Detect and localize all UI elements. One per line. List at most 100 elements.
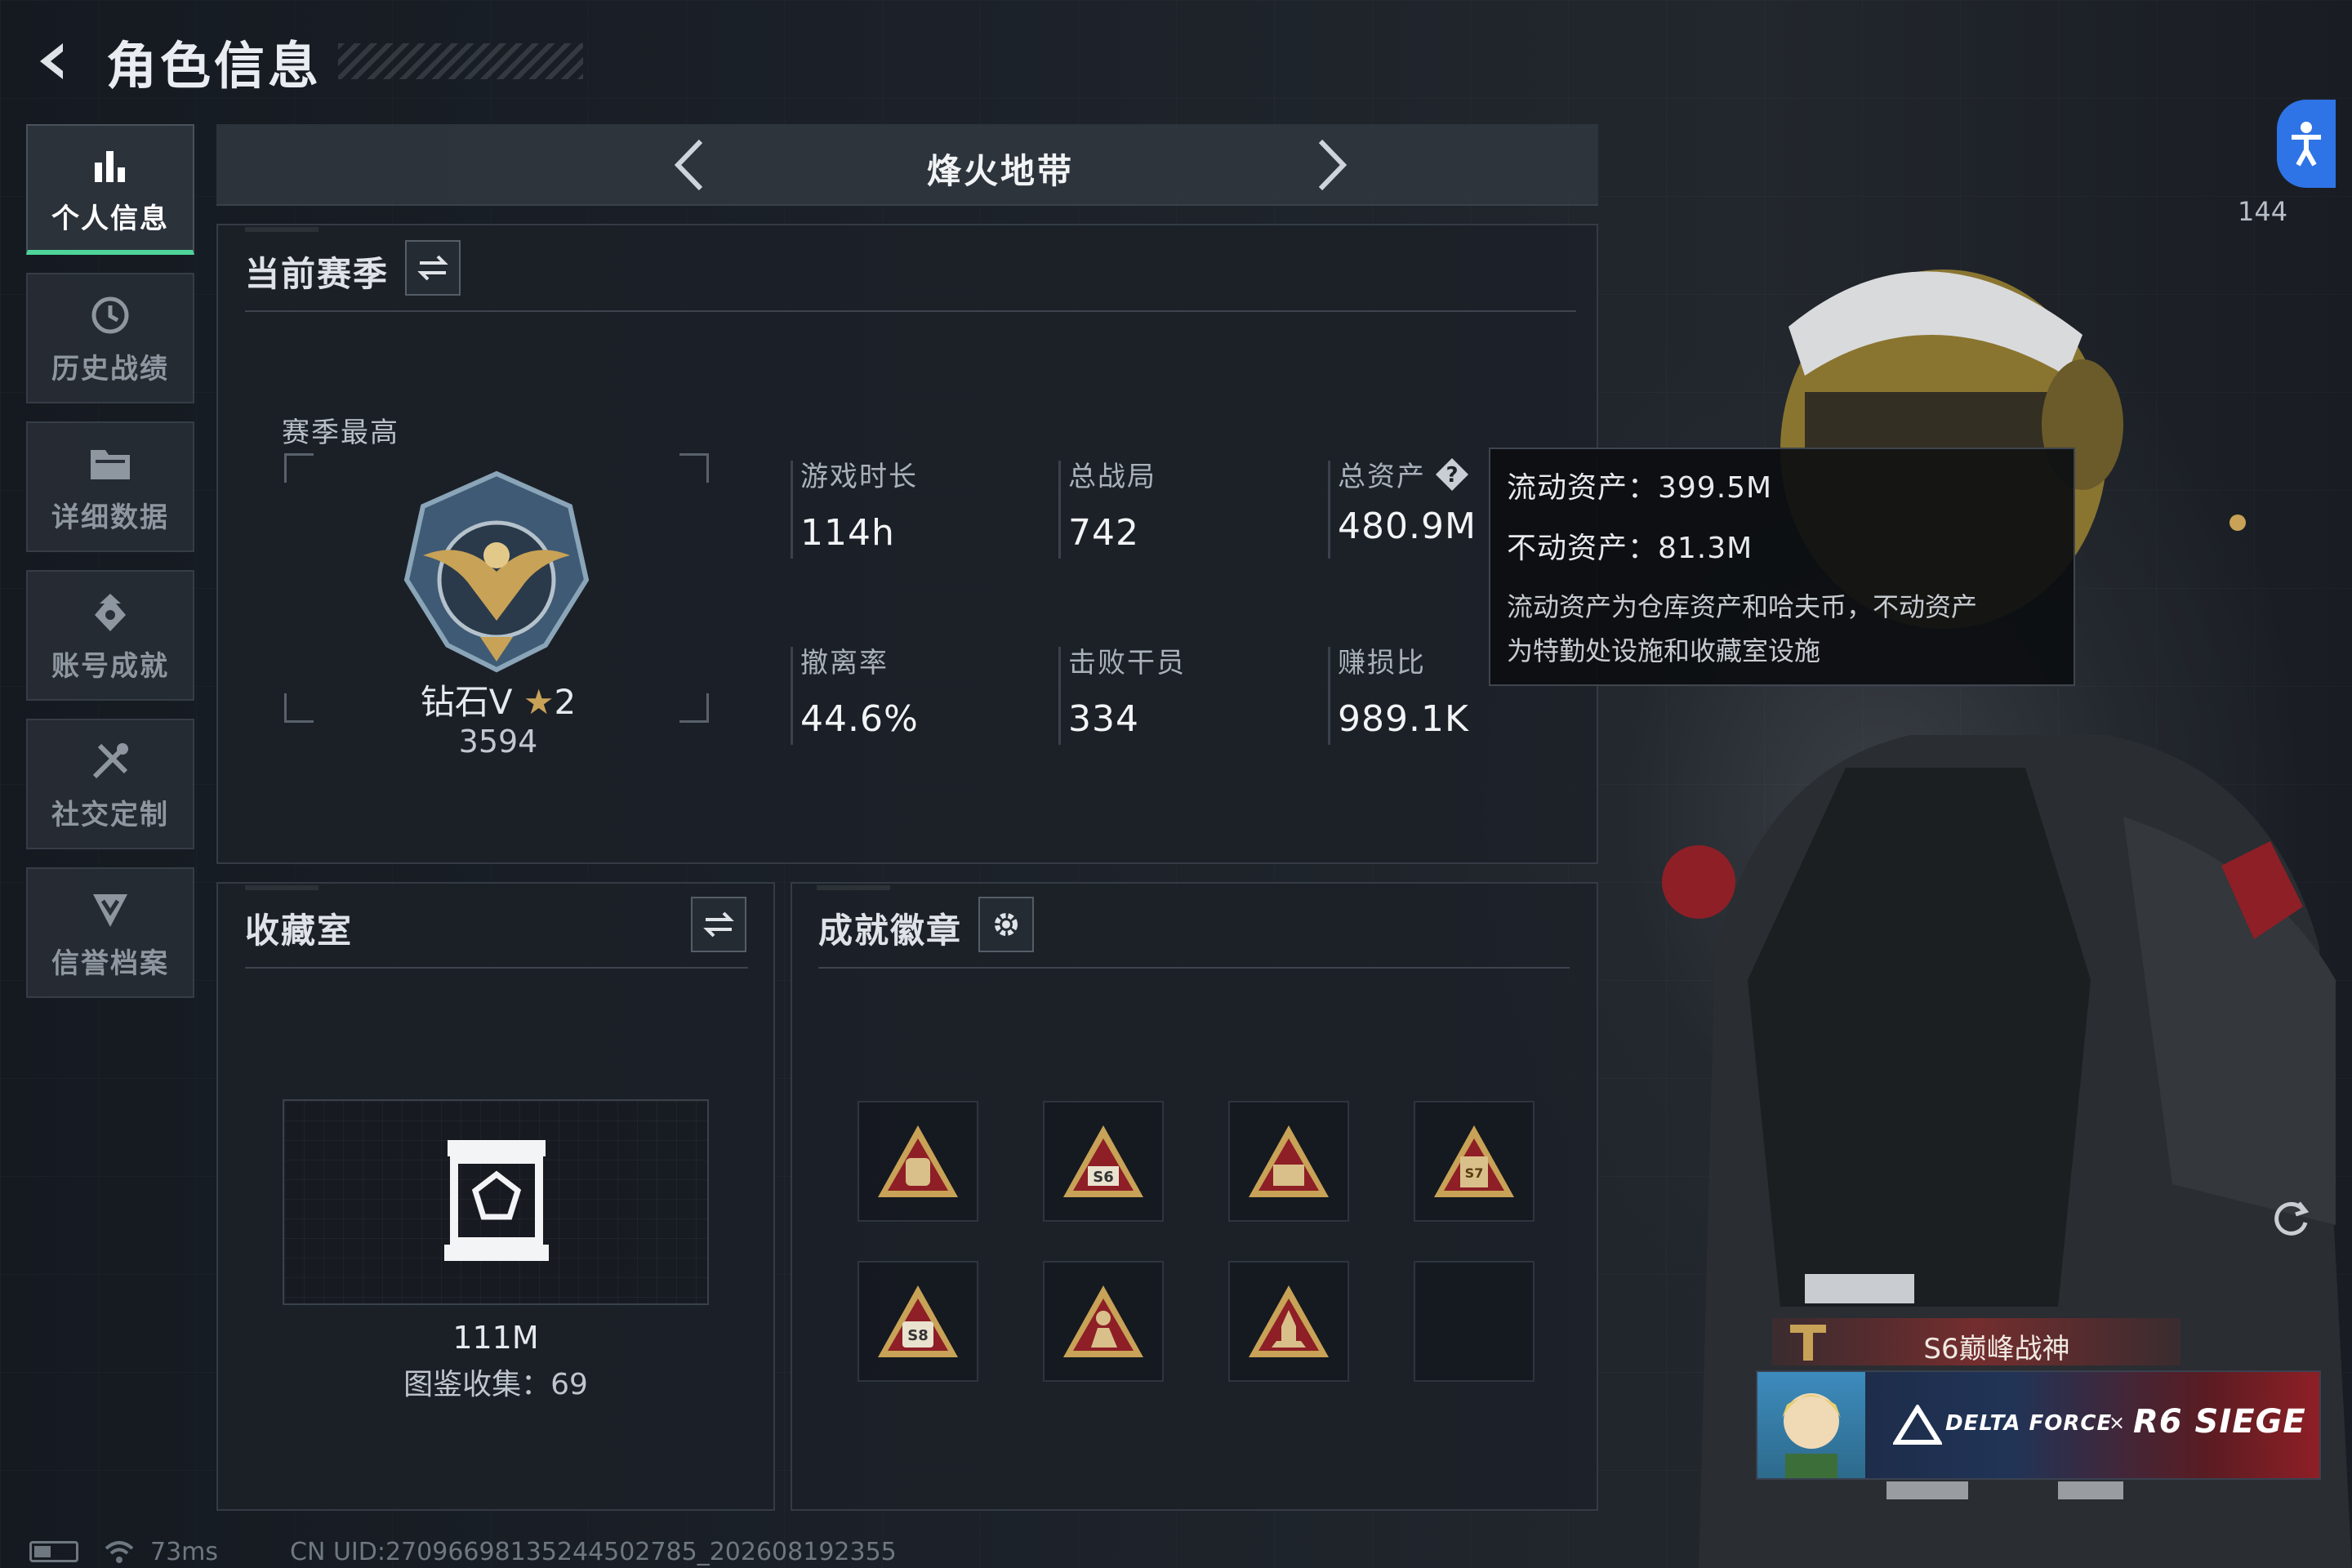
collab-name-card[interactable]: DELTA FORCE × R6 SIEGE — [1756, 1370, 2321, 1480]
figure-badge-icon — [1063, 1285, 1143, 1357]
stat-label: 击败干员 — [1068, 647, 1186, 679]
user-uid: CN UID:2709669813524450278​5_20260819235… — [290, 1537, 897, 1566]
stat-value: 989.1K — [1338, 698, 1469, 740]
star-icon: ★ — [523, 682, 555, 722]
sidebar-item-history[interactable]: 历史战绩 — [26, 273, 194, 403]
badge-slot-5[interactable]: S8 — [858, 1261, 978, 1382]
stat-label: 游戏时长 — [800, 461, 918, 493]
badge-slot-4[interactable]: S7 — [1414, 1101, 1535, 1222]
badge-slot-1[interactable] — [858, 1101, 978, 1222]
badges-settings-button[interactable] — [978, 897, 1034, 952]
stat-value: 334 — [1068, 698, 1139, 740]
badges-title: 成就徽章 — [818, 911, 963, 951]
title-tag-text: S6巅峰战神 — [1923, 1333, 2070, 1365]
rocket-badge-icon — [1249, 1285, 1329, 1357]
tools-icon — [86, 737, 135, 786]
character-figure — [1662, 270, 2352, 1568]
page-title: 角色信息 — [106, 36, 323, 96]
stat-value: 742 — [1068, 512, 1139, 554]
title-tag-icon — [1790, 1325, 1826, 1361]
avatar — [1757, 1372, 1865, 1478]
sidebar-item-label: 个人信息 — [51, 202, 169, 235]
collab-separator: × — [2109, 1411, 2126, 1434]
sidebar-item-label: 账号成就 — [51, 649, 169, 683]
collab-left-text: DELTA FORCE — [1945, 1411, 2113, 1436]
ping-value: 73ms — [150, 1537, 219, 1566]
diamond-rank-emblem-icon — [403, 470, 590, 673]
season-best-label: 赛季最高 — [282, 416, 399, 449]
mode-selector: 烽火地带 — [216, 124, 1598, 206]
stat-value: 480.9M — [1338, 506, 1477, 547]
achievement-icon — [86, 588, 135, 637]
side-counter: 144 — [2238, 196, 2288, 227]
wifi-icon — [105, 1541, 134, 1563]
panel-divider — [245, 310, 1576, 312]
panel-decoration — [245, 227, 318, 232]
stat-label: 总战局 — [1068, 461, 1156, 493]
tooltip-fixed-assets: 不动资产：81.3M — [1507, 532, 1753, 565]
mode-title: 烽火地带 — [926, 151, 1074, 191]
backpack-badge-icon — [878, 1125, 958, 1197]
gear-icon — [995, 913, 1018, 936]
collection-value: 111M — [452, 1320, 539, 1356]
status-bar: 73ms CN UID:2709669813524450278​5_202608… — [29, 1535, 1173, 1568]
s7-badge-icon: S7 — [1434, 1125, 1514, 1197]
s6-badge-icon: S6 — [1063, 1125, 1143, 1197]
svg-text:S7: S7 — [1465, 1165, 1484, 1181]
stat-play-time: 游戏时长 114h — [791, 454, 918, 559]
collection-switch-button[interactable] — [691, 897, 746, 952]
tooltip-note-line-1: 流动资产为仓库资产和哈夫币，不动资产 — [1507, 591, 1978, 622]
season-title: 当前赛季 — [245, 254, 390, 294]
back-arrow-icon[interactable] — [24, 33, 82, 90]
sidebar-item-achievements[interactable]: 账号成就 — [26, 570, 194, 701]
switch-arrows-icon — [703, 911, 734, 938]
badge-slot-7[interactable] — [1228, 1261, 1349, 1382]
collection-count: 图鉴收集：69 — [403, 1368, 588, 1401]
stat-profit-loss-ratio: 赚损比 989.1K — [1328, 640, 1469, 745]
chevron-left-icon[interactable] — [657, 132, 723, 198]
collection-title: 收藏室 — [245, 911, 354, 951]
chevron-right-icon[interactable] — [1298, 132, 1364, 198]
bar-chart-icon — [86, 140, 135, 189]
assets-tooltip: 流动资产：399.5M 不动资产：81.3M 流动资产为仓库资产和哈夫币，不动资… — [1489, 448, 2075, 686]
rank-score: 3594 — [458, 724, 538, 760]
stat-label: 撤离率 — [800, 647, 889, 679]
accessibility-icon — [2292, 122, 2321, 167]
collection-display[interactable] — [283, 1099, 709, 1305]
info-redaction — [2058, 1481, 2123, 1499]
s8-badge-icon: S8 — [878, 1285, 958, 1357]
badge-slot-3[interactable] — [1228, 1101, 1349, 1222]
sidebar-item-credit-record[interactable]: 信誉档案 — [26, 867, 194, 998]
badge-slot-empty[interactable] — [1414, 1261, 1535, 1382]
sidebar-item-label: 详细数据 — [51, 501, 169, 534]
stat-total-assets: 总资产 ? 480.9M — [1328, 454, 1477, 559]
svg-text:S8: S8 — [907, 1327, 929, 1344]
history-clock-icon — [86, 291, 135, 340]
sidebar-item-detailed-data[interactable]: 详细数据 — [26, 421, 194, 552]
stat-total-matches: 总战局 742 — [1058, 454, 1156, 559]
rank-name: 钻石V — [420, 682, 513, 722]
accessibility-button[interactable] — [2277, 100, 2336, 188]
sidebar-item-label: 信誉档案 — [51, 947, 169, 980]
stat-operators-defeated: 击败干员 334 — [1058, 640, 1186, 745]
battery-icon — [29, 1541, 78, 1562]
sidebar-item-social-custom[interactable]: 社交定制 — [26, 719, 194, 849]
crate-badge-icon — [1249, 1125, 1329, 1197]
stat-label: 赚损比 — [1338, 647, 1426, 679]
badge-slot-2[interactable]: S6 — [1043, 1101, 1164, 1222]
sidebar: 个人信息 历史战绩 详细数据 账号成就 社交定制 信誉档案 — [26, 124, 194, 1016]
panel-divider — [818, 967, 1570, 969]
help-icon[interactable]: ? — [1434, 457, 1470, 492]
badge-slot-6[interactable] — [1043, 1261, 1164, 1382]
panel-divider — [245, 967, 748, 969]
season-switch-button[interactable] — [405, 240, 461, 296]
header-bar: 角色信息 — [24, 24, 596, 98]
collab-right-text: R6 SIEGE — [2133, 1403, 2306, 1441]
stat-value: 114h — [800, 512, 895, 554]
stat-label: 总资产 — [1338, 461, 1426, 493]
rank-name-row: 钻石V ★2 — [359, 675, 637, 724]
rotate-view-button[interactable] — [2262, 1189, 2319, 1246]
refresh-icon — [2274, 1201, 2310, 1236]
sidebar-item-personal-info[interactable]: 个人信息 — [26, 124, 194, 255]
name-redaction — [1805, 1274, 1914, 1303]
